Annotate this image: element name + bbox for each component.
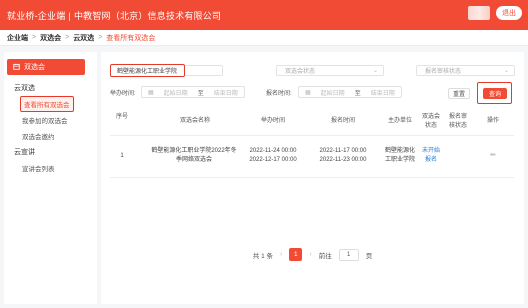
- chevron-down-icon: ⌄: [372, 68, 378, 74]
- fair-name-input-extension[interactable]: [185, 65, 223, 76]
- sidebar-item-talk-list[interactable]: 宣讲会列表: [22, 163, 55, 173]
- header-review-status: 报名审核状态: [448, 114, 467, 129]
- sidebar-header-label: 双选会: [24, 64, 45, 71]
- hold-start-placeholder: 起始日期: [163, 90, 188, 97]
- row-host: 鹤壁能源化 工职业学院: [378, 147, 422, 165]
- header-host: 主办单位: [387, 118, 412, 124]
- row-signup-time: 2022-11-17 00:00 2022-11-23 00:00: [308, 147, 378, 165]
- brand: 就业桥-企业端 | 中教智网（北京）信息技术有限公司: [7, 9, 221, 22]
- row-host-line1: 鹤壁能源化: [384, 148, 415, 154]
- fair-status-select[interactable]: 双选会状态 ⌄: [276, 65, 384, 76]
- header-fair-status: 双选会状态: [421, 114, 440, 129]
- pagination: 共 1 条 ‹ 1 › 前往 1 页: [101, 248, 524, 261]
- breadcrumb-separator: >: [98, 34, 103, 41]
- query-button[interactable]: 查询: [483, 88, 507, 99]
- breadcrumb: 企业端 > 双选会 > 云双选 > 查看所有双选会: [0, 30, 528, 46]
- calendar-icon: [13, 63, 20, 72]
- table-row[interactable]: 1 鹤壁能源化工职业学院2022年冬 季网络双选会 2022-11-24 00:…: [110, 136, 514, 178]
- row-hold-start: 2022-11-24 00:00: [249, 148, 297, 154]
- total-count: 共 1 条: [252, 252, 274, 260]
- breadcrumb-item-cloud-fair[interactable]: 云双选: [73, 33, 94, 43]
- main-panel: 鹤壁能源化工职业学院 双选会状态 ⌄ 报名审核状态 ⌄ 举办时间: ▦ 起始日期…: [101, 52, 524, 304]
- header-index: 序号: [115, 114, 128, 120]
- sidebar-group-cloud-fair[interactable]: 云双选: [14, 83, 35, 93]
- row-signup-start: 2022-11-17 00:00: [319, 148, 367, 154]
- row-fair-name[interactable]: 鹤壁能源化工职业学院2022年冬 季网络双选会: [134, 147, 254, 165]
- next-page-icon[interactable]: ›: [309, 251, 311, 258]
- sidebar-item-fair-invites[interactable]: 双选会邀约: [22, 131, 55, 141]
- fair-table: 序号 双选会名称 举办时间 报名时间 主办单位 双选会状态 报名审核状态 操作 …: [110, 108, 514, 178]
- signup-time-range[interactable]: ▦ 起始日期 至 结束日期: [298, 86, 402, 98]
- review-status-placeholder: 报名审核状态: [425, 69, 462, 75]
- breadcrumb-item-current: 查看所有双选会: [106, 34, 156, 42]
- calendar-icon: ▦: [148, 89, 154, 96]
- row-host-line2: 工职业学院: [384, 157, 415, 163]
- brand-separator: |: [68, 10, 71, 21]
- logout-button[interactable]: 退出: [496, 6, 522, 20]
- table-header: 序号 双选会名称 举办时间 报名时间 主办单位 双选会状态 报名审核状态 操作: [110, 108, 514, 136]
- row-fair-name-line2: 季网络双选会: [175, 157, 212, 163]
- edit-icon[interactable]: ✏: [478, 151, 508, 160]
- fair-name-input[interactable]: 鹤壁能源化工职业学院: [110, 64, 185, 77]
- breadcrumb-item-enterprise[interactable]: 企业端: [7, 33, 28, 43]
- goto-label: 前往: [318, 252, 332, 260]
- company-name: 中教智网（北京）信息技术有限公司: [73, 10, 222, 21]
- sidebar-header[interactable]: 双选会: [7, 59, 85, 75]
- chevron-down-icon: ⌄: [503, 68, 509, 74]
- brand-left: 就业桥-企业端: [7, 10, 66, 21]
- range-to: 至: [197, 90, 204, 97]
- row-fair-name-line1: 鹤壁能源化工职业学院2022年冬: [151, 148, 237, 154]
- page-suffix: 页: [365, 252, 373, 260]
- header-fair-name: 双选会名称: [179, 118, 210, 124]
- sidebar-item-my-fairs[interactable]: 我参加的双选会: [22, 115, 68, 125]
- breadcrumb-item-fair[interactable]: 双选会: [40, 33, 61, 43]
- breadcrumb-separator: >: [32, 34, 37, 41]
- sidebar-item-all-fairs[interactable]: 查看所有双选会: [20, 96, 74, 112]
- reset-button[interactable]: 重置: [448, 88, 470, 99]
- hold-time-range[interactable]: ▦ 起始日期 至 结束日期: [141, 86, 245, 98]
- row-hold-end: 2022-12-17 00:00: [249, 157, 297, 163]
- header-hold-time: 举办时间: [260, 118, 285, 124]
- sidebar: 双选会 云双选 查看所有双选会 我参加的双选会 双选会邀约 云宣讲 宣讲会列表: [4, 52, 97, 304]
- row-fair-status: 未开始 报名: [420, 147, 442, 165]
- goto-page-input[interactable]: 1: [338, 248, 359, 261]
- hold-time-label: 举办时间:: [110, 91, 136, 97]
- row-status-line2: 报名: [424, 157, 437, 163]
- breadcrumb-separator: >: [65, 34, 70, 41]
- sidebar-group-cloud-talk[interactable]: 云宣讲: [14, 147, 35, 157]
- row-index: 1: [120, 153, 124, 159]
- avatar[interactable]: [468, 6, 490, 20]
- prev-page-icon[interactable]: ‹: [280, 251, 282, 258]
- row-hold-time: 2022-11-24 00:00 2022-12-17 00:00: [238, 147, 308, 165]
- page-number-current[interactable]: 1: [289, 248, 303, 261]
- header-signup-time: 报名时间: [330, 118, 355, 124]
- header-operation: 操作: [486, 118, 499, 124]
- top-bar: 就业桥-企业端 | 中教智网（北京）信息技术有限公司 退出: [0, 0, 528, 30]
- calendar-icon: ▦: [305, 89, 311, 96]
- signup-end-placeholder: 结束日期: [370, 90, 395, 97]
- row-status-line1: 未开始: [421, 148, 440, 154]
- hold-end-placeholder: 结束日期: [213, 90, 238, 97]
- fair-status-placeholder: 双选会状态: [285, 69, 316, 75]
- signup-time-label: 报名时间:: [266, 91, 292, 97]
- signup-start-placeholder: 起始日期: [320, 90, 345, 97]
- row-signup-end: 2022-11-23 00:00: [319, 157, 367, 163]
- review-status-select[interactable]: 报名审核状态 ⌄: [416, 65, 515, 76]
- range-to: 至: [354, 90, 361, 97]
